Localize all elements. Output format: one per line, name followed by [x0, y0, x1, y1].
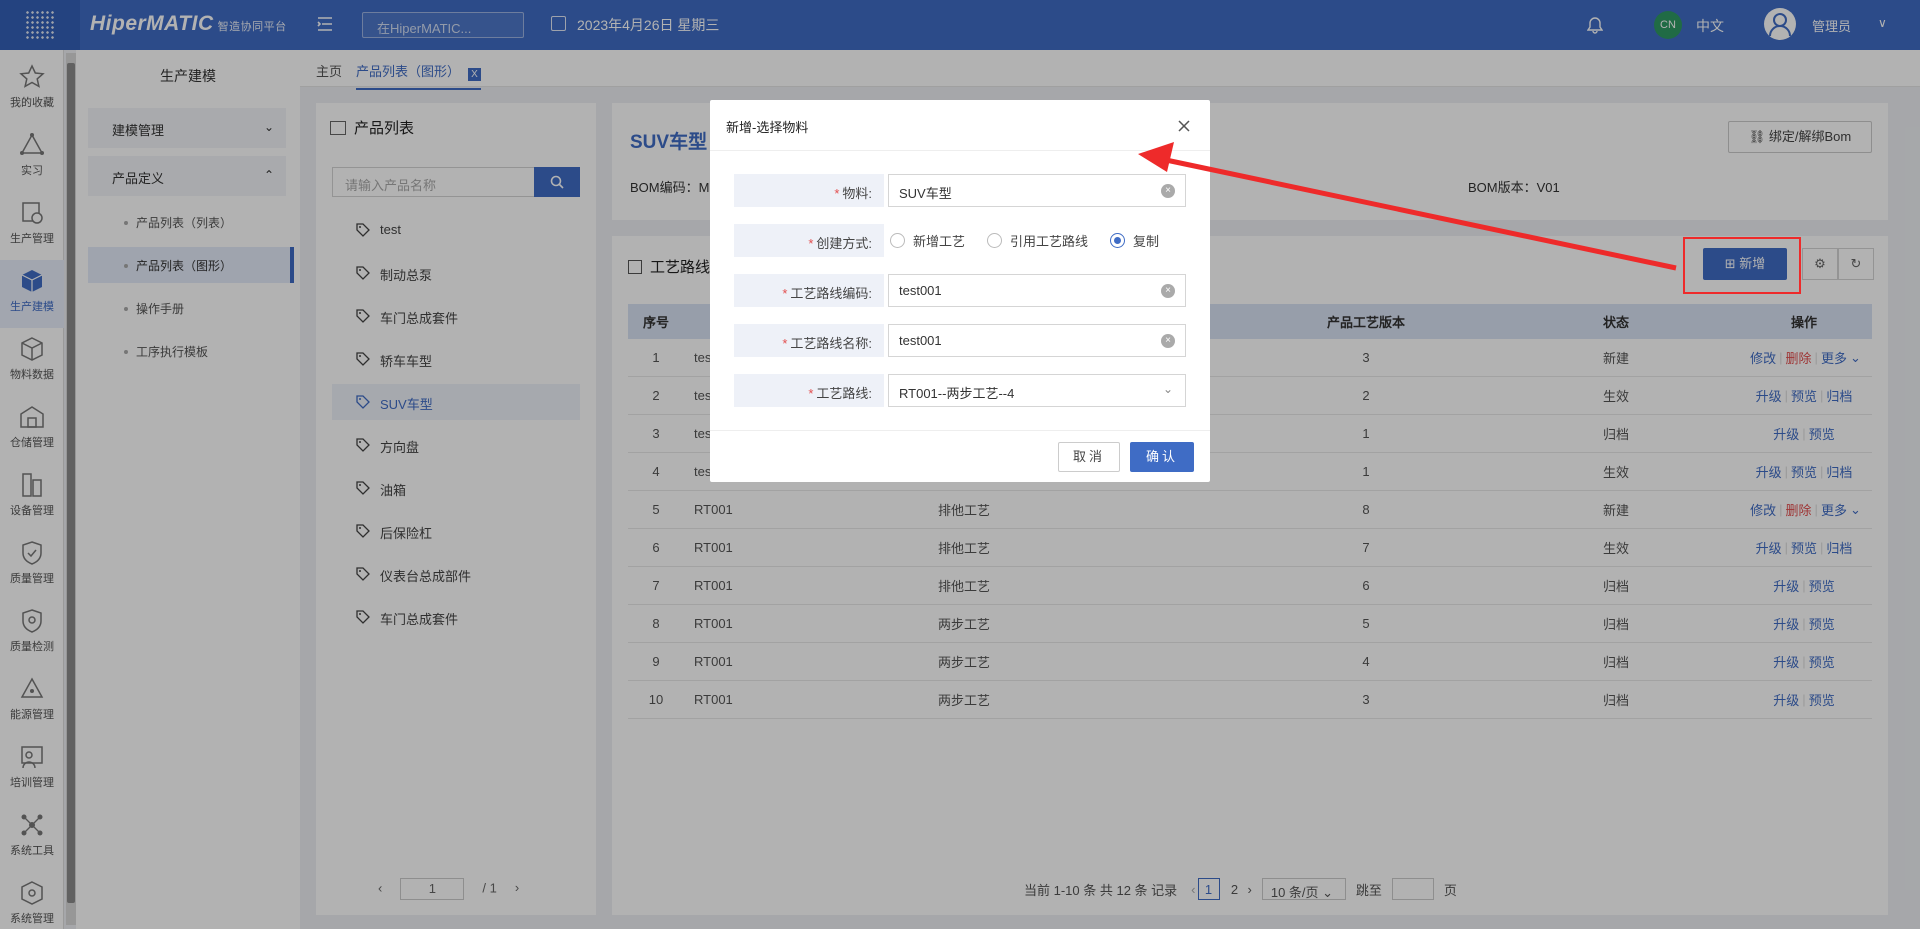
annotation-highlight-box	[1683, 237, 1801, 294]
clear-icon[interactable]: ×	[1161, 284, 1175, 298]
route-name-field[interactable]: test001 ×	[888, 324, 1186, 357]
cancel-button[interactable]: 取消	[1058, 442, 1120, 472]
route-row: * 工艺路线: RT001--两步工艺--4 ⌄	[734, 374, 1186, 407]
confirm-button[interactable]: 确认	[1130, 442, 1194, 472]
route-select[interactable]: RT001--两步工艺--4 ⌄	[888, 374, 1186, 407]
radio-reference-route[interactable]	[987, 233, 1003, 248]
close-icon[interactable]	[1176, 118, 1192, 134]
create-mode-radio-group: 新增工艺 引用工艺路线 复制	[888, 224, 1181, 257]
material-row: * 物料: SUV车型 ×	[734, 174, 1186, 207]
route-name-row: * 工艺路线名称: test001 ×	[734, 324, 1186, 357]
radio-copy[interactable]	[1110, 233, 1126, 248]
clear-icon[interactable]: ×	[1161, 334, 1175, 348]
route-code-row: * 工艺路线编码: test001 ×	[734, 274, 1186, 307]
create-mode-row: * 创建方式: 新增工艺 引用工艺路线 复制	[734, 224, 1186, 257]
select-material-dialog: 新增-选择物料 * 物料: SUV车型 × * 创建方式: 新增工艺 引用工艺路线 复…	[710, 100, 1210, 482]
chevron-down-icon: ⌄	[1162, 382, 1173, 396]
dialog-title: 新增-选择物料	[726, 120, 809, 135]
material-field[interactable]: SUV车型 ×	[888, 174, 1186, 207]
radio-new-process[interactable]	[890, 233, 905, 248]
clear-icon[interactable]: ×	[1161, 184, 1175, 198]
route-code-field[interactable]: test001 ×	[888, 274, 1186, 307]
